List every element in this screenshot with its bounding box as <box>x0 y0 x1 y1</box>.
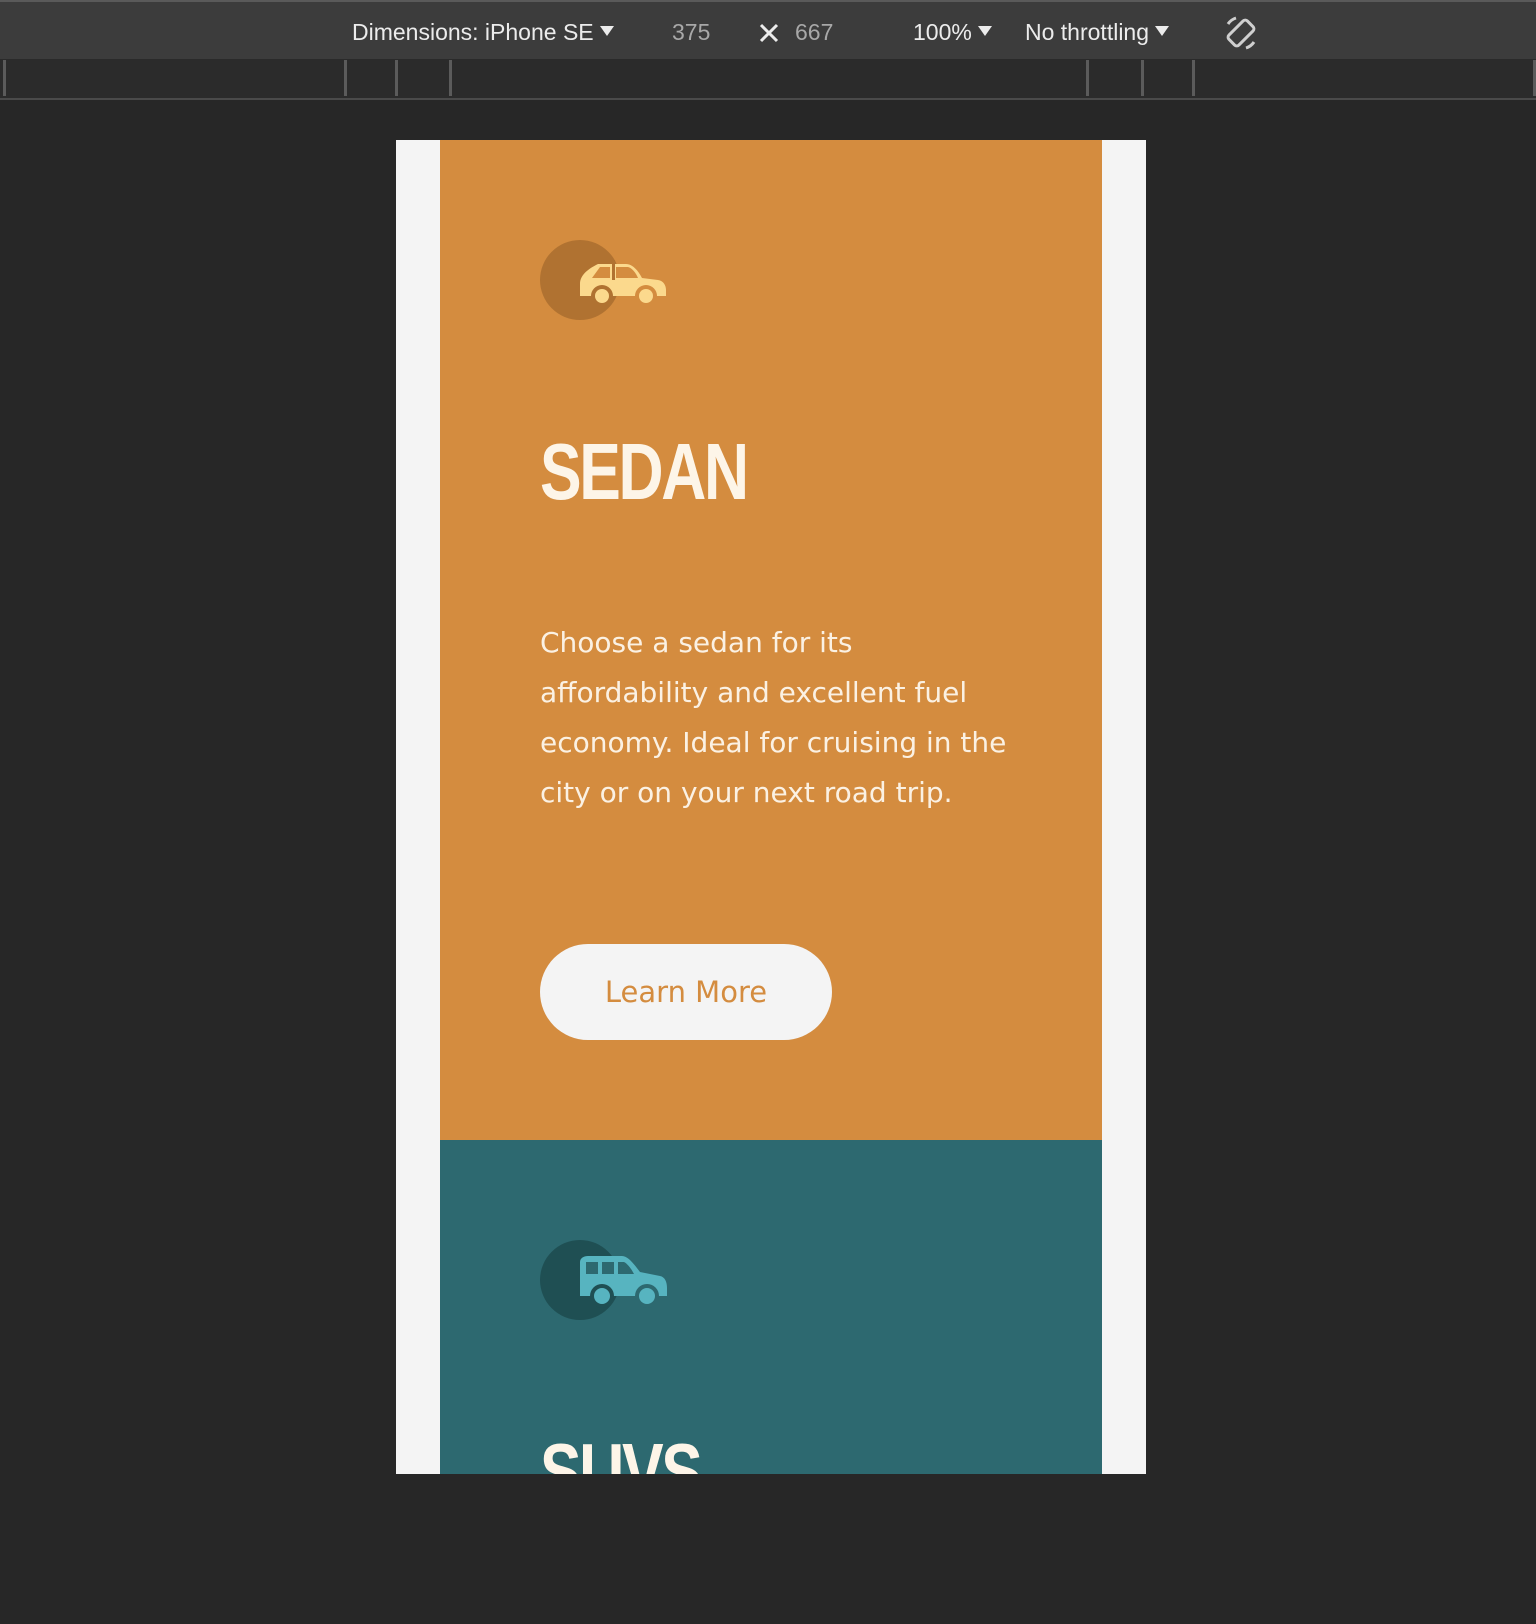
learn-more-button[interactable]: Learn More <box>540 944 832 1040</box>
ruler-tick <box>344 60 347 96</box>
device-viewport: SEDAN Choose a sedan for its affordabili… <box>396 140 1146 1474</box>
suvs-card: SUVS <box>440 1140 1102 1474</box>
card-description: Choose a sedan for its affordability and… <box>540 626 1007 809</box>
chevron-down-icon <box>599 26 614 36</box>
zoom-label: 100% <box>913 19 972 45</box>
device-dimensions-label: Dimensions: iPhone SE <box>352 19 594 45</box>
sedan-card: SEDAN Choose a sedan for its affordabili… <box>440 140 1102 1140</box>
devtools-device-toolbar: Dimensions: iPhone SE 375 667 100% No th… <box>0 0 1536 60</box>
card-title: SEDAN <box>540 427 749 516</box>
viewport-height-input[interactable]: 667 <box>795 16 833 48</box>
ruler-tick <box>3 60 6 96</box>
sedan-car-icon <box>540 240 666 320</box>
ruler-tick <box>1086 60 1089 96</box>
device-dimensions-dropdown[interactable]: Dimensions: iPhone SE <box>352 16 614 48</box>
chevron-down-icon <box>977 26 992 36</box>
suv-car-icon <box>540 1240 667 1320</box>
throttling-dropdown[interactable]: No throttling <box>1025 16 1170 48</box>
rotate-icon[interactable] <box>1222 14 1260 52</box>
viewport-width-input[interactable]: 375 <box>672 16 710 48</box>
ruler-tick <box>1192 60 1195 96</box>
ruler-tick <box>1141 60 1144 96</box>
times-icon <box>759 23 779 43</box>
ruler-tick <box>395 60 398 96</box>
ruler-tick <box>449 60 452 96</box>
media-query-ruler <box>0 60 1536 100</box>
throttling-label: No throttling <box>1025 19 1150 45</box>
card-title: SUVS <box>540 1427 703 1475</box>
zoom-dropdown[interactable]: 100% <box>913 16 992 48</box>
chevron-down-icon <box>1155 26 1170 36</box>
